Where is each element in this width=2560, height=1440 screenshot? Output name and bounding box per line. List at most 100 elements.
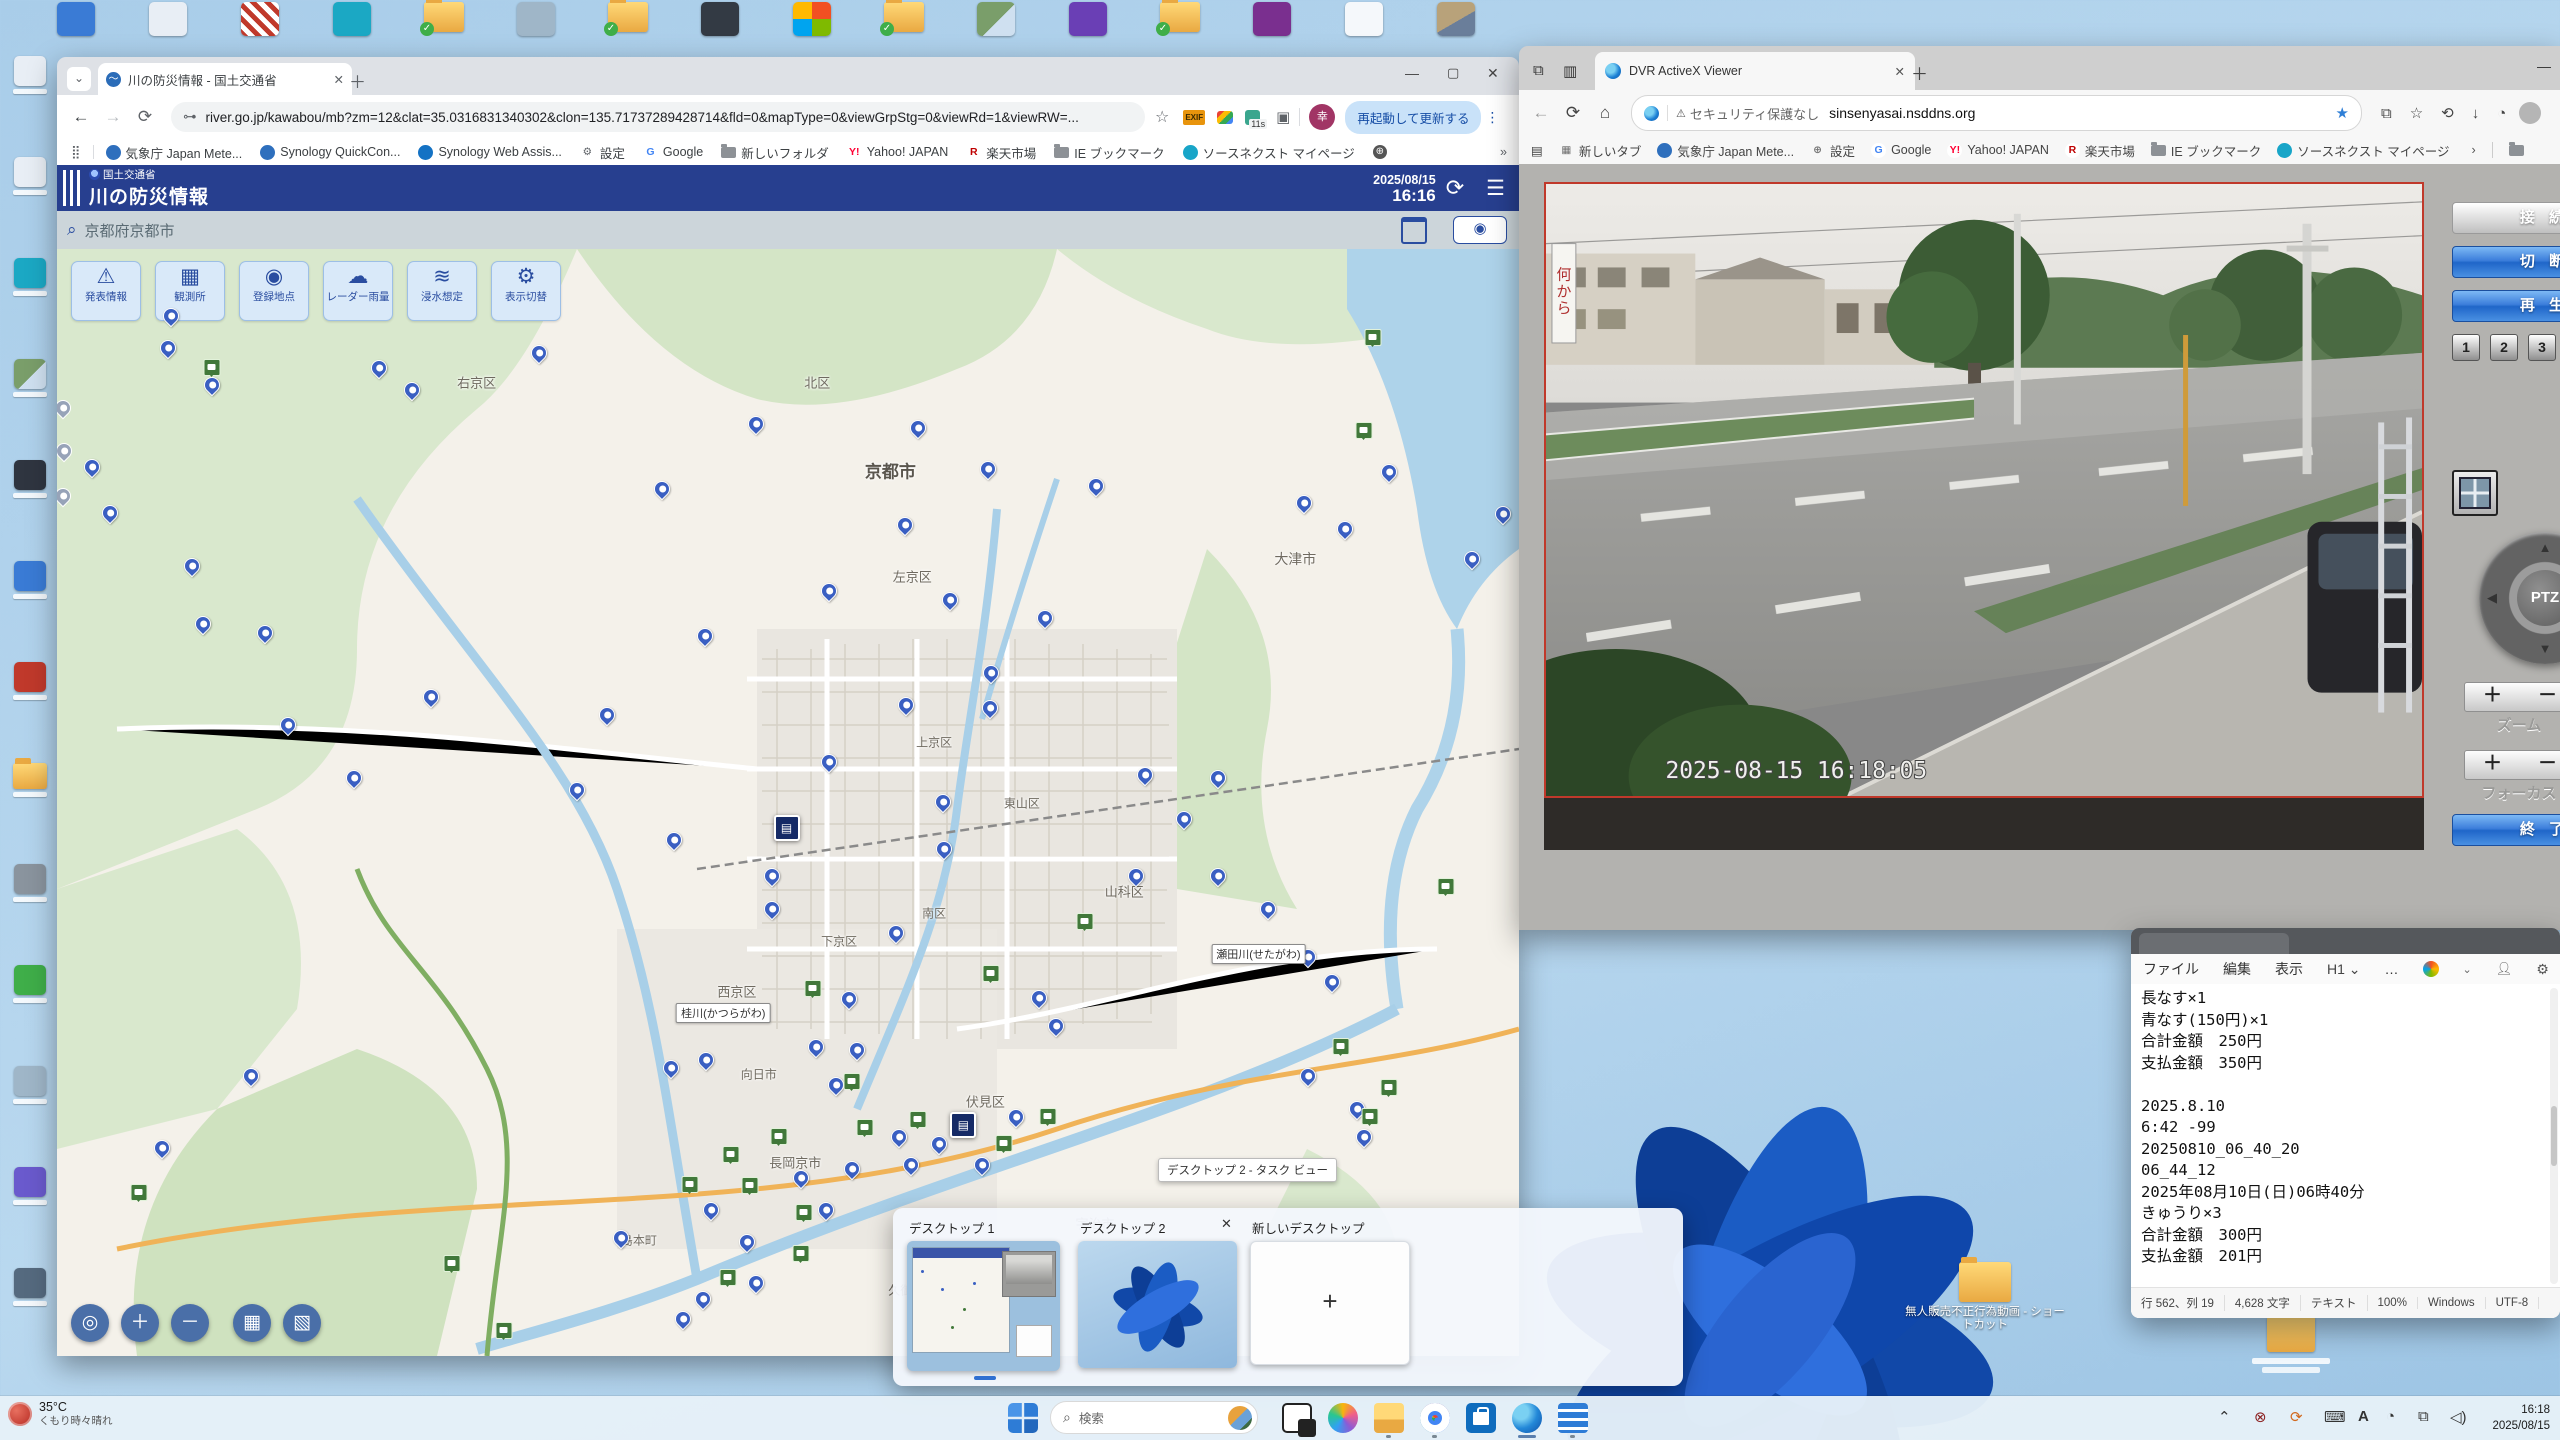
desktop-icon-photo[interactable] xyxy=(970,2,1022,36)
bookmark-item[interactable]: IE ブックマーク xyxy=(1054,143,1165,162)
camera-marker[interactable] xyxy=(795,1203,813,1222)
hamburger-menu-icon[interactable]: ☰ xyxy=(1486,176,1505,201)
menu-item[interactable]: 表示 xyxy=(2275,959,2303,979)
back-button[interactable]: ← xyxy=(1525,103,1557,123)
browser-tab[interactable]: DVR ActiveX Viewer ✕ xyxy=(1595,52,1915,90)
dvr-grid-view-button[interactable] xyxy=(2452,470,2498,516)
desktop-icon-photo2[interactable] xyxy=(1430,2,1482,36)
memo-app-icon[interactable] xyxy=(1558,1403,1588,1433)
bookmark-item[interactable]: ▦ 新しいタブ xyxy=(1559,141,1641,160)
settings-gear-icon[interactable]: ⚙ xyxy=(2536,961,2549,978)
zoom-out-button[interactable]: － xyxy=(171,1304,209,1342)
ptz-left-arrow[interactable]: ◀ xyxy=(2487,590,2497,606)
tab-actions-icon[interactable]: ⧉ xyxy=(1533,62,1544,79)
taskview-button[interactable] xyxy=(1282,1403,1316,1437)
desktop-icon-app2[interactable] xyxy=(8,1066,52,1104)
bookmark-item[interactable]: R 楽天市場 xyxy=(2064,141,2135,160)
bookmark-item[interactable]: ソースネクスト マイページ xyxy=(2277,141,2449,160)
bookmark-item[interactable]: Y! Yahoo! JAPAN xyxy=(1947,141,2049,160)
camera-marker[interactable] xyxy=(995,1135,1013,1154)
desktop2-thumbnail[interactable] xyxy=(1078,1241,1237,1368)
copilot-icon[interactable] xyxy=(1328,1403,1358,1433)
bookmark-item[interactable]: ⚙ 設定 xyxy=(580,143,625,162)
style-dropdown[interactable]: H1 ⌄ xyxy=(2327,961,2361,978)
bookmark-item[interactable]: 新しいフォルダ xyxy=(721,143,829,162)
camera-marker[interactable] xyxy=(856,1118,874,1137)
camera-marker[interactable] xyxy=(1437,878,1455,897)
camera-marker[interactable] xyxy=(741,1177,759,1196)
favorite-star-icon[interactable]: ★ xyxy=(2336,104,2349,122)
bookmark-item[interactable]: Synology Web Assis... xyxy=(418,143,562,162)
browser-tab[interactable]: 〜 川の防災情報 - 国土交通省 ✕ xyxy=(98,63,352,95)
forward-button[interactable]: → xyxy=(97,107,129,127)
window-minimize-button[interactable]: — xyxy=(1405,65,1419,81)
taskbar-search[interactable]: ⌕ 検索 xyxy=(1050,1401,1258,1434)
address-bar[interactable]: ⚠ セキュリティ保護なし sinsenyasai.nsddns.org ★ xyxy=(1631,95,2362,131)
site-settings-icon[interactable]: ⊶ xyxy=(183,109,197,125)
bookmark-item[interactable]: Y! Yahoo! JAPAN xyxy=(846,143,948,162)
ime-mode-indicator[interactable]: A xyxy=(2358,1408,2369,1425)
dvr-channel-button-1[interactable]: 1 xyxy=(2452,334,2480,361)
new-tab-button[interactable]: ＋ xyxy=(1911,60,1928,85)
home-button[interactable]: ⌂ xyxy=(1589,103,1621,123)
ptz-wheel[interactable]: ▲ ▼ ◀ ▶ PTZ xyxy=(2479,532,2560,664)
relaunch-update-button[interactable]: 再起動して更新する xyxy=(1345,100,1482,134)
camera-marker[interactable] xyxy=(1039,1107,1057,1126)
desktop-icon-winc[interactable] xyxy=(786,2,838,36)
desktop-icon-music[interactable] xyxy=(1338,2,1390,36)
focus-control[interactable]: ＋ － xyxy=(2464,750,2560,780)
new-desktop-button[interactable]: + xyxy=(1250,1241,1410,1365)
focus-minus-button[interactable]: － xyxy=(2520,751,2560,779)
microsoft-store-icon[interactable] xyxy=(1466,1403,1496,1433)
copilot-chevron-icon[interactable]: ⌄ xyxy=(2463,963,2472,976)
extensions-puzzle-icon[interactable]: ▣ xyxy=(1276,108,1290,126)
photos-extension-icon[interactable] xyxy=(1217,110,1234,124)
camera-marker[interactable] xyxy=(1364,329,1382,348)
selected-station-marker[interactable]: ▤ xyxy=(773,815,800,842)
ptz-down-arrow[interactable]: ▼ xyxy=(2539,641,2552,656)
map-canvas[interactable]: 京都市 右京区 北区 左京区 大津市 上京区 東山区 山科区 下京区 西京区 南区 伏見区 向日市 長岡京… xyxy=(57,249,1519,1356)
desktop-icon-app2[interactable] xyxy=(510,2,562,36)
desktop-folder-shortcut-2[interactable] xyxy=(2236,1311,2346,1373)
profile-avatar[interactable] xyxy=(2519,102,2542,124)
scrollbar-thumb[interactable] xyxy=(2551,1106,2557,1167)
desktop-icon-app[interactable] xyxy=(142,2,194,36)
bookmark-item[interactable]: G Google xyxy=(1871,141,1931,160)
tab-close-icon[interactable]: ✕ xyxy=(334,72,344,87)
apps-grid-icon[interactable]: ⣿ xyxy=(71,144,81,160)
desktop-icon-photo[interactable] xyxy=(8,359,52,397)
address-bar[interactable]: ⊶ river.go.jp/kawabou/mb?zm=12&clat=35.0… xyxy=(171,102,1145,132)
desktop-icon-cpu[interactable] xyxy=(694,2,746,36)
tray-app-icon[interactable]: ◔ xyxy=(2386,1408,2395,1425)
desktop-icon-db[interactable] xyxy=(8,1167,52,1205)
selected-station-marker[interactable]: ▤ xyxy=(950,1111,977,1138)
window-maximize-button[interactable]: ▢ xyxy=(1447,65,1459,81)
tray-display-icon[interactable]: ⧉ xyxy=(2418,1408,2429,1425)
clock[interactable]: 16:18 2025/08/15 xyxy=(2492,1402,2550,1434)
tray-sync-icon[interactable]: ⟳ xyxy=(2290,1408,2303,1426)
desktop-icon-app[interactable] xyxy=(8,56,52,94)
tab-close-icon[interactable]: ✕ xyxy=(1895,64,1905,79)
camera-marker[interactable] xyxy=(719,1269,737,1288)
desktop1-thumbnail[interactable] xyxy=(907,1241,1060,1371)
bookmark-item[interactable]: G Google xyxy=(642,143,703,162)
bookmark-item[interactable]: 気象庁 Japan Mete... xyxy=(105,143,242,162)
chrome-icon[interactable] xyxy=(1420,1403,1450,1433)
window-minimize-button[interactable]: — xyxy=(2537,58,2551,74)
camera-marker[interactable] xyxy=(203,359,221,378)
window-close-button[interactable]: ✕ xyxy=(1487,65,1499,82)
bookmark-item[interactable]: 気象庁 Japan Mete... xyxy=(1657,141,1794,160)
desktop-icon-violet[interactable] xyxy=(1062,2,1114,36)
desktop-folder-shortcut[interactable]: 無人販売不正行為動画 - ショートカット xyxy=(1900,1257,2070,1332)
dvr-end-button[interactable]: 終 了 xyxy=(2452,814,2560,846)
bookmark-star-icon[interactable]: ☆ xyxy=(1155,107,1169,127)
tray-volume-icon[interactable]: ◁) xyxy=(2450,1408,2467,1426)
dvr-play-button[interactable]: 再 生 xyxy=(2452,290,2560,322)
exif-extension-icon[interactable]: EXIF xyxy=(1183,109,1206,125)
back-button[interactable]: ← xyxy=(65,107,97,127)
camera-marker[interactable] xyxy=(1332,1037,1350,1056)
desktop-icon-blue[interactable] xyxy=(8,561,52,599)
menu-item[interactable]: ファイル xyxy=(2143,959,2199,979)
tray-chevron-icon[interactable]: ⌃ xyxy=(2218,1408,2231,1426)
camera-marker[interactable] xyxy=(443,1254,461,1273)
